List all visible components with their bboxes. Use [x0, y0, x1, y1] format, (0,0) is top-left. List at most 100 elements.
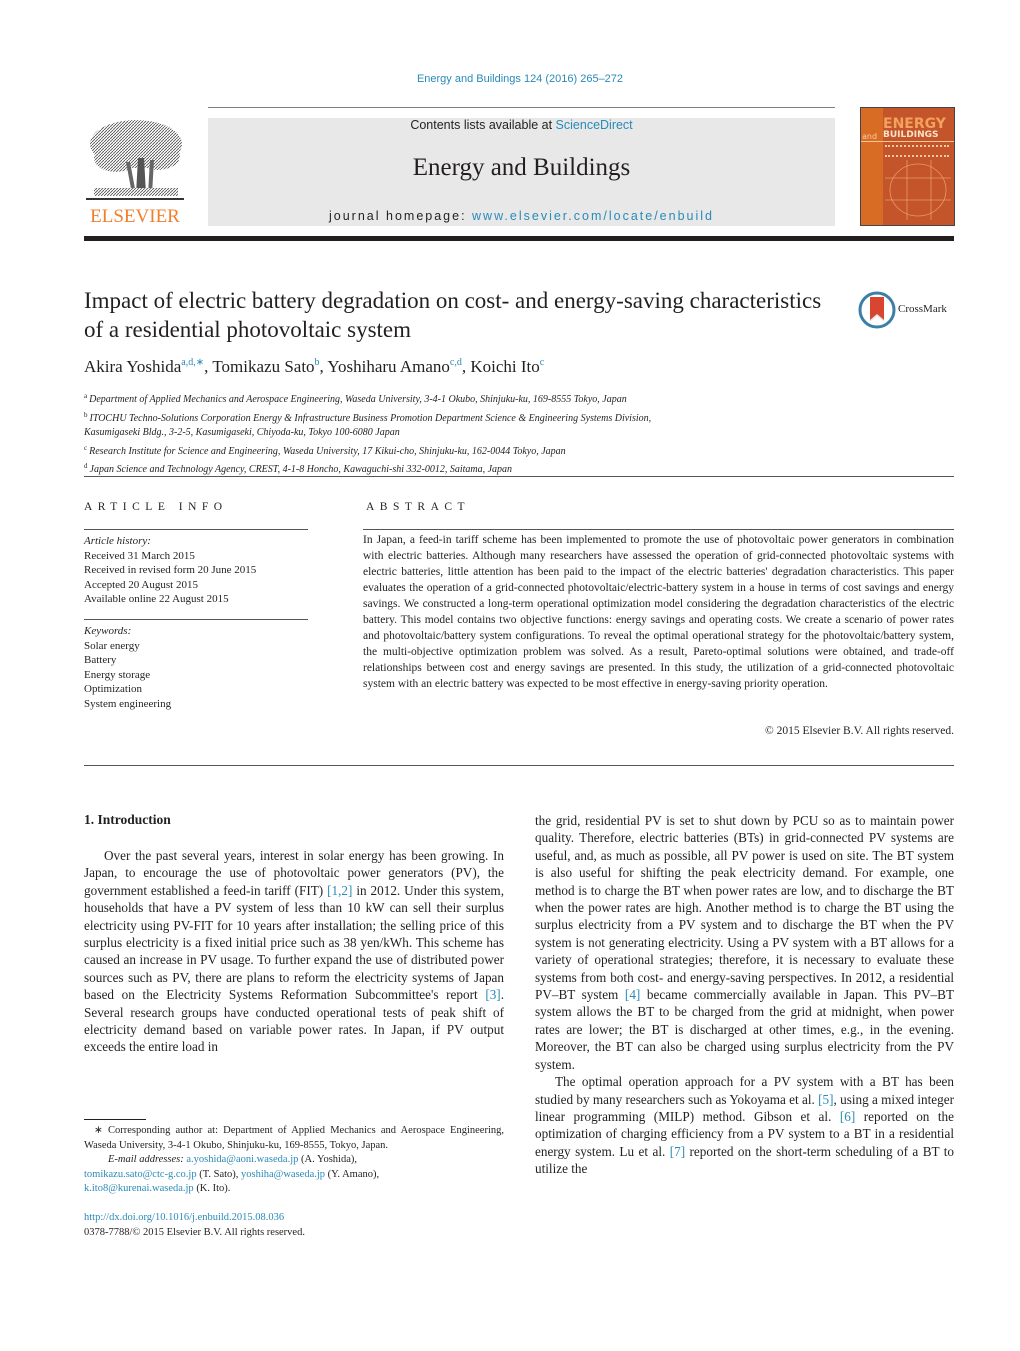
- citation-link[interactable]: [6]: [840, 1109, 855, 1124]
- abstract-heading: ABSTRACT: [366, 501, 471, 513]
- section-heading-introduction: 1. Introduction: [84, 812, 171, 827]
- email-owner: (T. Sato),: [196, 1168, 242, 1180]
- cover-left-band: [861, 108, 883, 225]
- paragraph: The optimal operation approach for a PV …: [535, 1073, 954, 1177]
- journal-citation-link[interactable]: Energy and Buildings 124 (2016) 265–272: [0, 73, 1020, 85]
- email-owner: (K. Ito).: [193, 1183, 231, 1194]
- journal-homepage: journal homepage: www.elsevier.com/locat…: [208, 209, 835, 223]
- author-name[interactable]: Yoshiharu Amano: [327, 357, 449, 376]
- doi-link[interactable]: http://dx.doi.org/10.1016/j.enbuild.2015…: [84, 1212, 284, 1223]
- contents-availability: Contents lists available at ScienceDirec…: [208, 118, 835, 132]
- citation-link[interactable]: [1,2]: [327, 883, 352, 898]
- elsevier-tree-icon: [86, 120, 184, 200]
- footnotes: ∗ Corresponding author at: Department of…: [84, 1124, 504, 1197]
- paragraph: Over the past several years, interest in…: [84, 847, 504, 1056]
- history-item: Accepted 20 August 2015: [84, 578, 198, 591]
- affiliation-key: c: [84, 443, 88, 452]
- cover-divider: [861, 141, 954, 142]
- email-link[interactable]: yoshiha@waseda.jp: [241, 1169, 325, 1180]
- affiliation-item: a Department of Applied Mechanics and Aer…: [84, 389, 784, 408]
- history-item: Received 31 March 2015: [84, 549, 195, 562]
- article-history: Article history: Received 31 March 2015 …: [84, 534, 308, 607]
- email-addresses: E-mail addresses: a.yoshida@aoni.waseda.…: [84, 1153, 504, 1168]
- citation-link[interactable]: [3]: [485, 987, 500, 1002]
- email-addresses-cont: tomikazu.sato@ctc-g.co.jp (T. Sato), yos…: [84, 1168, 504, 1183]
- article-title: Impact of electric battery degradation o…: [84, 288, 822, 342]
- citation-link[interactable]: [4]: [625, 987, 640, 1002]
- crossmark-label: CrossMark: [898, 303, 947, 315]
- citation-link[interactable]: [7]: [670, 1144, 685, 1159]
- email-owner: (Y. Amano),: [325, 1168, 380, 1180]
- author-name[interactable]: Koichi Ito: [470, 357, 539, 376]
- elsevier-logo[interactable]: ELSEVIER: [84, 118, 186, 230]
- affiliation-item: Kasumigaseki Bldg., 3-2-5, Kasumigaseki,…: [84, 426, 784, 441]
- homepage-label: journal homepage:: [329, 209, 473, 223]
- issn-copyright: 0378-7788/© 2015 Elsevier B.V. All right…: [84, 1226, 305, 1238]
- journal-masthead: Contents lists available at ScienceDirec…: [208, 118, 835, 226]
- body-column-right: the grid, residential PV is set to shut …: [535, 812, 954, 1178]
- header-divider: [208, 107, 835, 108]
- sciencedirect-link[interactable]: ScienceDirect: [556, 118, 633, 132]
- abstract-bottom-rule: [84, 765, 954, 766]
- elsevier-wordmark: ELSEVIER: [90, 206, 180, 227]
- contents-prefix: Contents lists available at: [410, 118, 556, 132]
- email-link[interactable]: k.ito8@kurenai.waseda.jp: [84, 1183, 194, 1194]
- affiliation-key: a: [84, 392, 88, 400]
- email-owner: (A. Yoshida),: [298, 1154, 358, 1165]
- text-run: in 2012. Under this system, households t…: [84, 882, 504, 1003]
- affiliation-text: Department of Applied Mechanics and Aero…: [89, 394, 627, 405]
- author-affiliation-marker[interactable]: b: [315, 357, 320, 368]
- keyword-item: Battery: [84, 654, 117, 666]
- body-column-left: Over the past several years, interest in…: [84, 847, 504, 1056]
- doi-block: http://dx.doi.org/10.1016/j.enbuild.2015…: [84, 1211, 504, 1240]
- affiliations-divider: [84, 476, 954, 477]
- affiliations: a Department of Applied Mechanics and Aer…: [84, 389, 784, 478]
- abstract-divider: [363, 529, 954, 530]
- citation-link[interactable]: [5]: [818, 1092, 833, 1107]
- author-affiliation-marker[interactable]: c: [540, 357, 544, 368]
- affiliation-text: ITOCHU Techno-Solutions Corporation Ener…: [89, 412, 652, 424]
- author-affiliation-marker[interactable]: a,d,∗: [181, 357, 204, 368]
- history-item: Available online 22 August 2015: [84, 593, 229, 605]
- keyword-item: Optimization: [84, 683, 143, 695]
- affiliation-item: d Japan Science and Technology Agency, CR…: [84, 459, 784, 478]
- text-run: the grid, residential PV is set to shut …: [535, 813, 954, 1003]
- affiliation-key: b: [84, 410, 88, 419]
- abstract-body: In Japan, a feed-in tariff scheme has be…: [363, 534, 954, 690]
- affiliation-key: d: [84, 462, 88, 470]
- author-name[interactable]: Tomikazu Sato: [212, 357, 314, 376]
- affiliation-text: Kasumigaseki Bldg., 3-2-5, Kasumigaseki,…: [84, 427, 400, 438]
- article-history-label: Article history:: [84, 535, 151, 547]
- crossmark-button[interactable]: CrossMark: [858, 291, 958, 331]
- journal-cover-thumbnail[interactable]: ENERGY and BUILDINGS: [860, 107, 955, 226]
- masthead-bottom-rule: [84, 236, 954, 241]
- affiliation-item: b ITOCHU Techno-Solutions Corporation Ene…: [84, 408, 784, 427]
- affiliation-item: c Research Institute for Science and Engi…: [84, 441, 784, 460]
- journal-title: Energy and Buildings: [412, 154, 631, 181]
- paragraph: the grid, residential PV is set to shut …: [535, 812, 954, 1073]
- keywords-label: Keywords:: [84, 625, 132, 637]
- email-label: E-mail addresses:: [108, 1154, 187, 1165]
- homepage-link[interactable]: www.elsevier.com/locate/enbuild: [472, 209, 714, 223]
- keywords: Keywords: Solar energy Battery Energy st…: [84, 624, 308, 711]
- cover-artwork-icon: [885, 160, 951, 220]
- footnote-divider: [84, 1119, 146, 1120]
- affiliation-text: Research Institute for Science and Engin…: [89, 445, 566, 457]
- author-list: Akira Yoshidaa,d,∗, Tomikazu Satob, Yosh…: [84, 357, 545, 376]
- keyword-item: Energy storage: [84, 668, 151, 681]
- email-link[interactable]: tomikazu.sato@ctc-g.co.jp: [84, 1169, 197, 1180]
- crossmark-icon: [858, 291, 896, 329]
- keyword-item: Solar energy: [84, 639, 140, 652]
- email-addresses-cont: k.ito8@kurenai.waseda.jp (K. Ito).: [84, 1182, 504, 1197]
- abstract-copyright: © 2015 Elsevier B.V. All rights reserved…: [765, 725, 954, 737]
- article-info-divider: [84, 529, 308, 530]
- cover-title-buildings: BUILDINGS: [883, 130, 939, 140]
- author-affiliation-marker[interactable]: c,d: [450, 357, 462, 368]
- author-name[interactable]: Akira Yoshida: [84, 357, 181, 376]
- article-info-heading: ARTICLE INFO: [84, 501, 228, 513]
- history-item: Received in revised form 20 June 2015: [84, 564, 257, 576]
- cover-title-and: and: [862, 132, 878, 141]
- keywords-divider: [84, 619, 308, 620]
- email-link[interactable]: a.yoshida@aoni.waseda.jp: [186, 1154, 298, 1165]
- cover-subtitle: [885, 145, 949, 157]
